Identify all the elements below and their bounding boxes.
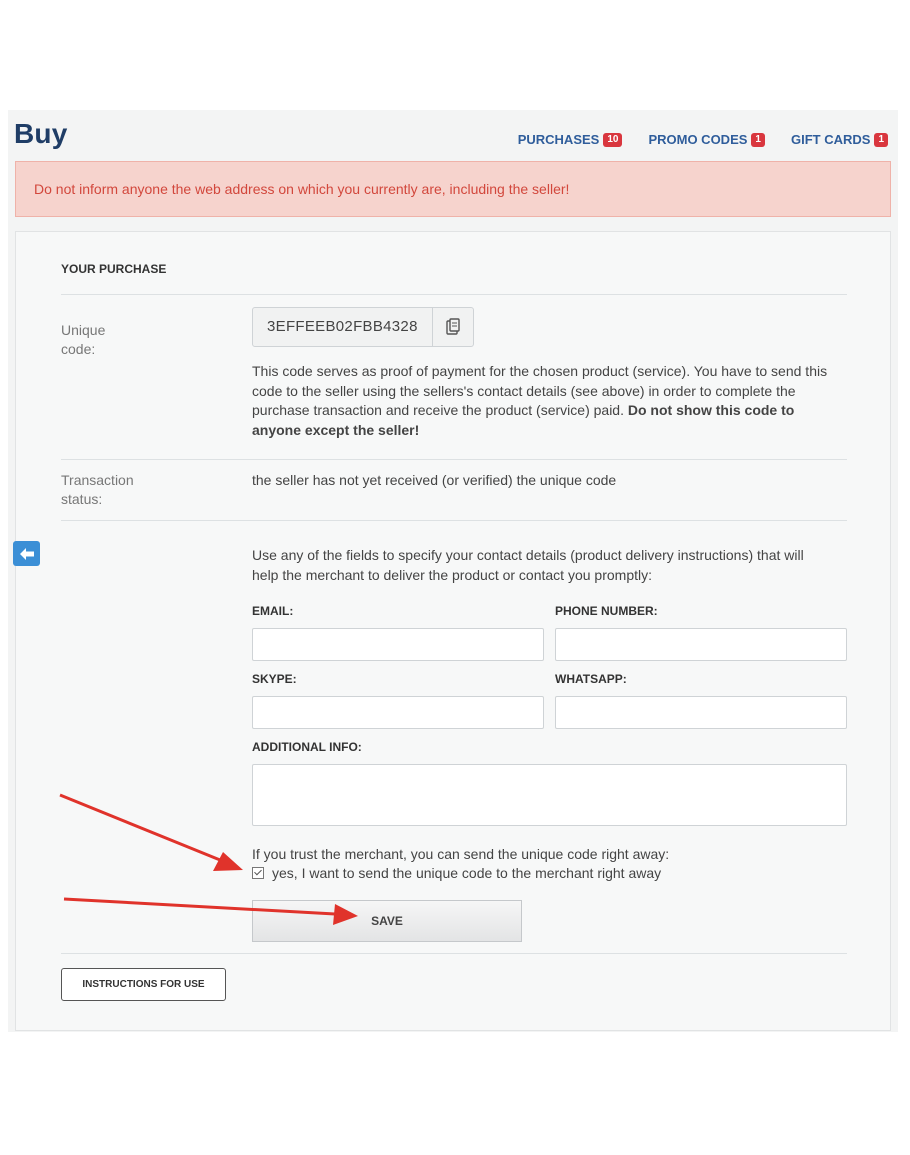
contact-intro: Use any of the fields to specify your co… (252, 547, 804, 583)
send-code-checkbox-label[interactable]: yes, I want to send the unique code to t… (272, 865, 661, 881)
send-code-checkbox[interactable] (252, 867, 264, 879)
email-label: EMAIL: (252, 604, 294, 618)
back-arrow-button[interactable] (13, 541, 40, 566)
section-title: YOUR PURCHASE (61, 262, 167, 276)
nav-gift-cards-link[interactable]: GIFT CARDS 1 (791, 132, 888, 147)
unique-code-value[interactable]: 3EFFEEB02FBB4328 (253, 308, 432, 346)
page-title: Buy (14, 118, 68, 149)
top-nav: PURCHASES 10 PROMO CODES 1 GIFT CARDS 1 (518, 132, 888, 147)
nav-purchases-link[interactable]: PURCHASES 10 (518, 132, 623, 147)
clipboard-icon (446, 318, 460, 335)
nav-promo-codes-label: PROMO CODES (648, 132, 748, 147)
gift-cards-count-badge: 1 (874, 132, 888, 147)
divider (61, 953, 847, 954)
warning-alert: Do not inform anyone the web address on … (15, 161, 891, 217)
divider (61, 520, 847, 521)
skype-field[interactable] (252, 696, 544, 729)
additional-info-label: ADDITIONAL INFO: (252, 740, 362, 754)
arrow-left-icon (19, 547, 34, 560)
page: Buy PURCHASES 10 PROMO CODES 1 GIFT CARD… (8, 110, 898, 1032)
divider (61, 459, 847, 460)
email-field[interactable] (252, 628, 544, 661)
instructions-button[interactable]: INSTRUCTIONS FOR USE (61, 968, 226, 1001)
purchases-count-badge: 10 (603, 132, 623, 147)
transaction-status-label: Transaction status: (61, 472, 134, 507)
nav-promo-codes-link[interactable]: PROMO CODES 1 (648, 132, 765, 147)
code-note: This code serves as proof of payment for… (252, 362, 842, 440)
header: Buy PURCHASES 10 PROMO CODES 1 GIFT CARD… (14, 118, 894, 158)
copy-code-button[interactable] (431, 308, 473, 346)
nav-gift-cards-label: GIFT CARDS (790, 132, 871, 147)
additional-info-field[interactable] (252, 764, 847, 826)
skype-label: SKYPE: (252, 672, 297, 686)
phone-number-field[interactable] (555, 628, 847, 661)
nav-purchases-label: PURCHASES (517, 132, 600, 147)
purchase-card: YOUR PURCHASE Unique code: 3EFFEEB02FBB4… (15, 231, 891, 1031)
divider (61, 294, 847, 295)
phone-label: PHONE NUMBER: (555, 604, 658, 618)
unique-code-label: Unique code: (61, 322, 106, 357)
whatsapp-field[interactable] (555, 696, 847, 729)
transaction-status-value: the seller has not yet received (or veri… (252, 472, 617, 488)
promo-codes-count-badge: 1 (751, 132, 765, 147)
whatsapp-label: WHATSAPP: (555, 672, 627, 686)
unique-code-field: 3EFFEEB02FBB4328 (252, 307, 474, 347)
send-code-option[interactable]: yes, I want to send the unique code to t… (252, 865, 661, 881)
save-button[interactable]: SAVE (252, 900, 522, 942)
send-code-prompt: If you trust the merchant, you can send … (252, 846, 670, 862)
